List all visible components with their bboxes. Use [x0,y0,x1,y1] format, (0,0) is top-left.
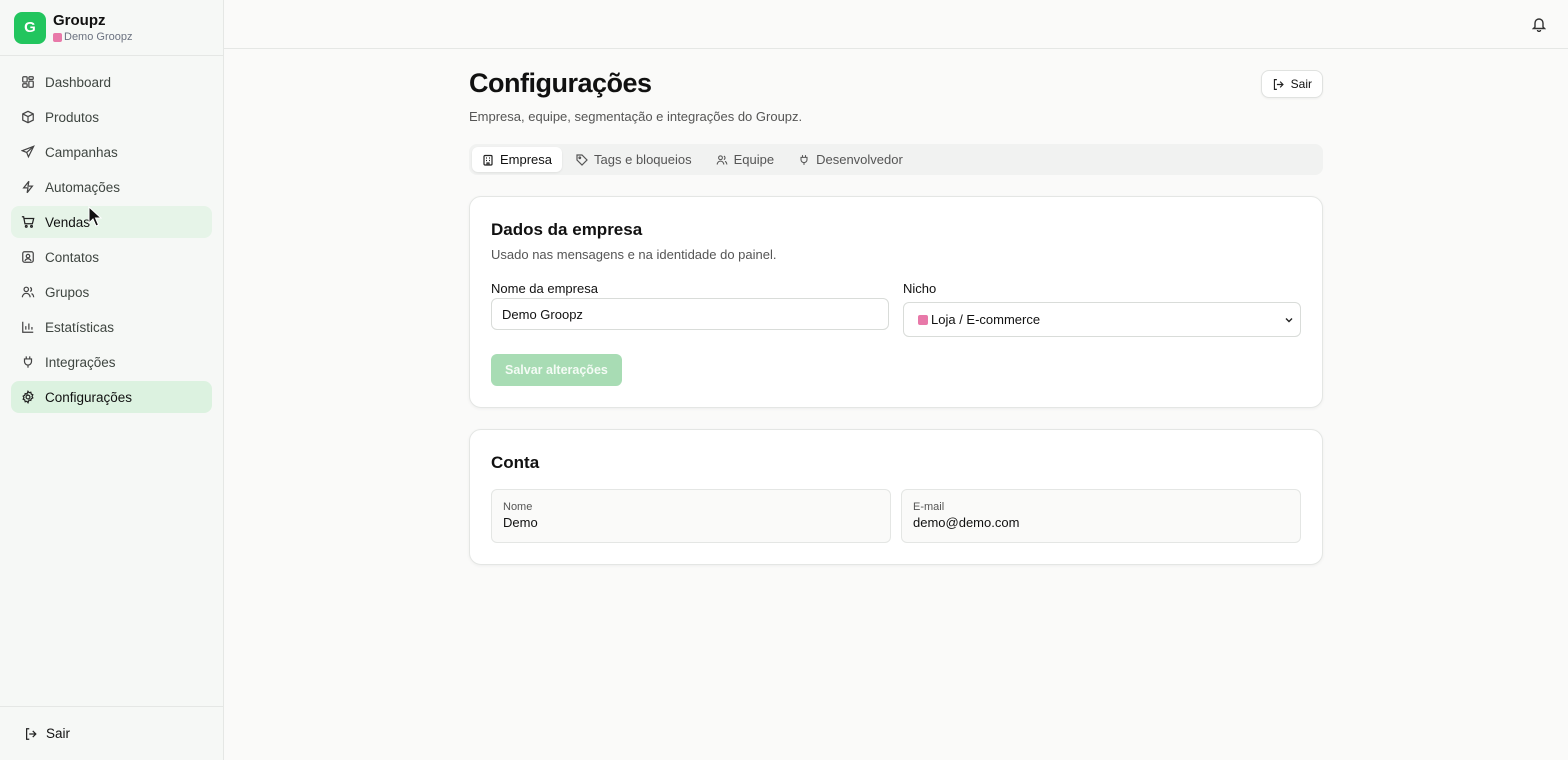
settings-tabs: Empresa Tags e bloqueios Equipe Desenvol… [469,144,1323,175]
account-card: Conta Nome Demo E-mail demo@demo.com [469,429,1323,565]
sidebar-item-label: Automações [45,179,121,195]
send-icon [21,145,35,159]
app-name: Groupz [53,12,106,29]
tab-empresa[interactable]: Empresa [472,147,563,172]
cart-icon [21,216,35,228]
sidebar: G Groupz Demo Groopz Dashboard Produtos … [0,0,224,760]
tab-tags-bloqueios[interactable]: Tags e bloqueios [566,147,702,172]
sidebar-nav: Dashboard Produtos Campanhas Automações … [0,56,223,413]
account-name-field: Nome Demo [491,489,891,543]
plug-icon [800,154,808,165]
mouse-cursor-icon [88,206,102,227]
logout-icon [1273,78,1284,90]
sidebar-item-configuracoes[interactable]: Configurações [11,381,212,413]
niche-label: Nicho [903,281,937,296]
workspace-name: Demo Groopz [64,31,133,43]
sidebar-item-produtos[interactable]: Produtos [11,101,212,133]
account-card-title: Conta [491,453,540,472]
sidebar-item-integracoes[interactable]: Integrações [11,346,212,378]
sidebar-item-vendas[interactable]: Vendas [11,206,212,238]
sidebar-item-label: Vendas [45,214,91,230]
sidebar-item-label: Campanhas [45,144,118,160]
account-email-value: demo@demo.com [913,515,1020,530]
account-name-label: Nome [503,501,533,513]
company-card-title: Dados da empresa [491,220,643,239]
bar-chart-icon [22,321,34,333]
sidebar-item-label: Grupos [45,284,90,300]
top-bar [224,0,1568,49]
chevron-down-icon [1285,318,1293,323]
save-button[interactable]: Salvar alterações [491,354,622,386]
sidebar-item-label: Integrações [45,354,116,370]
page-title: Configurações [469,68,652,98]
sidebar-item-automacoes[interactable]: Automações [11,171,212,203]
tag-icon [576,153,588,166]
company-card: Dados da empresa Usado nas mensagens e n… [469,196,1323,408]
company-name-label: Nome da empresa [491,281,598,296]
bolt-icon [22,180,34,194]
app-logo[interactable]: G [14,11,46,44]
shopping-bag-icon [53,32,62,42]
brand-header: G Groupz Demo Groopz [0,0,223,56]
company-card-description: Usado nas mensagens e na identidade do p… [491,247,777,262]
account-email-field: E-mail demo@demo.com [901,489,1301,543]
exit-button[interactable]: Sair [1260,70,1323,98]
sidebar-item-label: Estatísticas [45,319,115,335]
users-icon [716,154,728,165]
page-subtitle: Empresa, equipe, segmentação e integraçõ… [469,109,803,124]
sidebar-item-estatisticas[interactable]: Estatísticas [11,311,212,343]
dashboard-icon [22,76,34,88]
tab-label: Tags e bloqueios [594,152,692,167]
users-icon [21,286,35,298]
tab-desenvolvedor[interactable]: Desenvolvedor [788,147,913,172]
box-icon [22,110,34,124]
tab-label: Desenvolvedor [816,152,903,167]
tab-label: Equipe [733,152,775,167]
account-email-label: E-mail [913,501,945,513]
company-name-input[interactable]: Demo Groopz [491,298,889,330]
tab-equipe[interactable]: Equipe [706,147,784,172]
bell-icon[interactable] [1532,16,1546,32]
contact-icon [22,251,34,263]
sidebar-item-label: Produtos [45,109,100,125]
logout-icon [26,727,37,740]
niche-select[interactable]: Loja / E-commerce [903,302,1301,337]
building-icon [483,154,493,166]
shopping-bag-icon [918,314,928,325]
account-name-value: Demo [503,515,538,530]
tab-label: Empresa [500,152,553,167]
sidebar-item-label: Configurações [45,389,133,405]
sidebar-item-grupos[interactable]: Grupos [11,276,212,308]
plug-icon [23,356,33,368]
main-content: Configurações Empresa, equipe, segmentaç… [469,68,1323,565]
sidebar-logout-button[interactable]: Sair [0,706,223,760]
sidebar-item-label: Dashboard [45,74,112,90]
niche-select-value: Loja / E-commerce [931,312,1041,327]
sidebar-logout-label: Sair [46,726,71,741]
gear-icon [22,390,34,404]
sidebar-item-dashboard[interactable]: Dashboard [11,66,212,98]
sidebar-item-contatos[interactable]: Contatos [11,241,212,273]
exit-button-label: Sair [1290,77,1312,91]
sidebar-item-campanhas[interactable]: Campanhas [11,136,212,168]
sidebar-item-label: Contatos [45,249,100,265]
workspace-label[interactable]: Demo Groopz [53,31,132,43]
